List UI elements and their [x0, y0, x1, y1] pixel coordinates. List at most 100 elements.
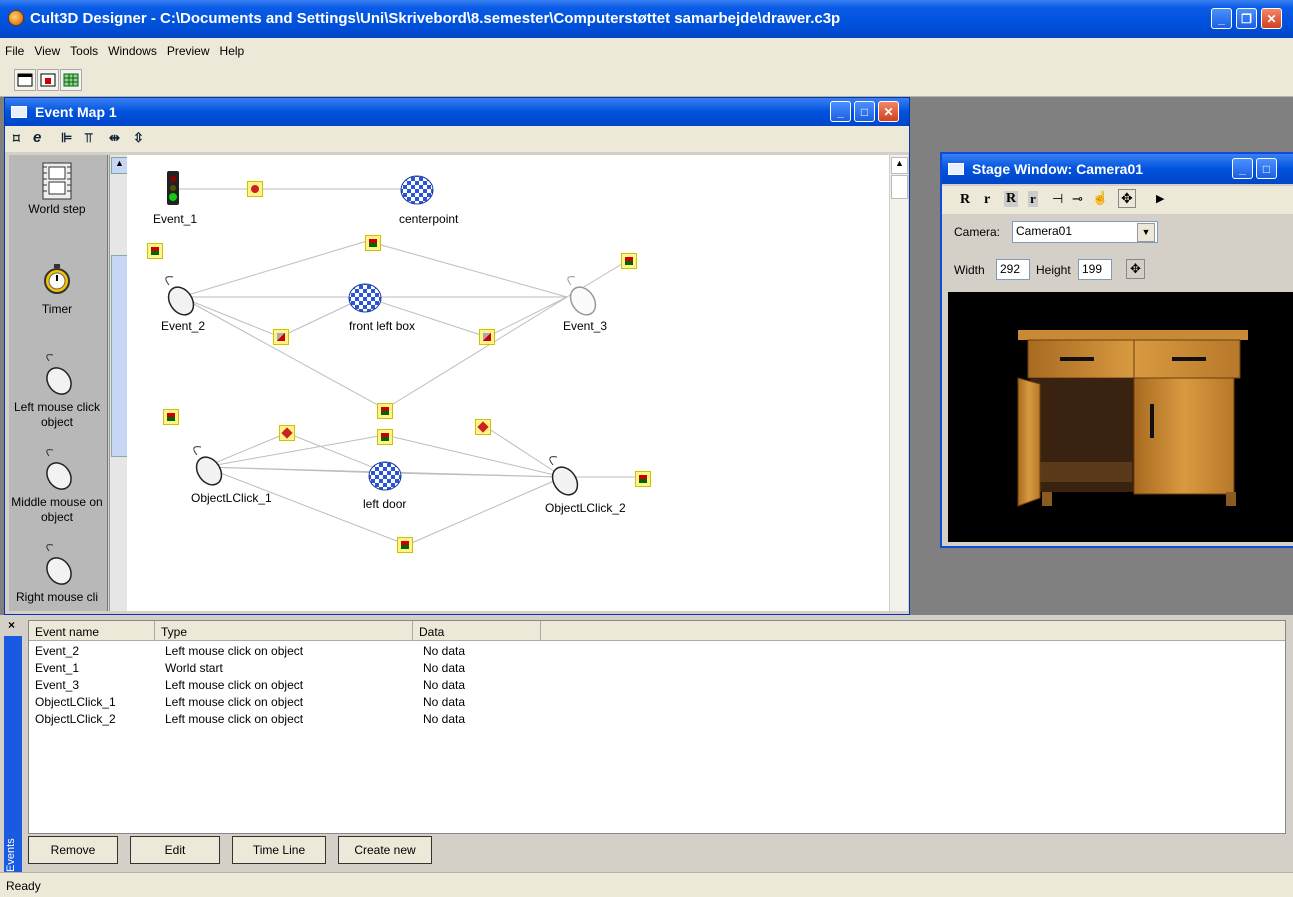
camera-select[interactable]: Camera01 ▼ — [1012, 221, 1158, 243]
menu-file[interactable]: File — [0, 38, 29, 58]
column-header-data[interactable]: Data — [413, 621, 541, 641]
menu-tools[interactable]: Tools — [65, 38, 103, 58]
resize-icon[interactable]: ✥ — [1126, 259, 1145, 279]
space-vertical-icon[interactable]: ⇳ — [133, 130, 144, 146]
palette-item-timer[interactable]: Timer — [9, 259, 105, 316]
column-header-name[interactable]: Event name — [29, 621, 155, 641]
scroll-up-icon[interactable]: ▲ — [111, 157, 128, 174]
mouse-icon[interactable] — [541, 455, 585, 499]
event-map-titlebar[interactable]: Event Map 1 _ □ ✕ — [5, 98, 909, 126]
film-strip-icon — [42, 162, 72, 200]
camera-value: Camera01 — [1016, 224, 1073, 238]
expression-button[interactable]: e — [33, 129, 41, 146]
em-minimize-button[interactable]: _ — [830, 101, 851, 122]
mouse-icon[interactable] — [185, 445, 229, 489]
canvas-scroll-thumb[interactable] — [891, 175, 908, 199]
edit-button[interactable]: Edit — [130, 836, 220, 864]
create-new-button[interactable]: Create new — [338, 836, 432, 864]
trigger-action-icon[interactable] — [377, 429, 393, 445]
remove-button[interactable]: Remove — [28, 836, 118, 864]
object-sphere-icon[interactable] — [367, 459, 403, 493]
palette-scroll-thumb[interactable] — [111, 255, 128, 457]
rotate-action-icon[interactable] — [279, 425, 295, 441]
event-map-toolbar: ⌑ e ⊫ ⫪ ⇹ ⇳ — [5, 126, 909, 152]
rotate-action-icon[interactable] — [475, 419, 491, 435]
node-label-left-door: left door — [363, 497, 407, 511]
height-label: Height — [1036, 263, 1071, 277]
align-top-icon[interactable]: ⫪ — [85, 130, 92, 146]
mouse-icon[interactable] — [157, 275, 201, 319]
palette-item-right-mouse[interactable]: Right mouse cli — [9, 543, 105, 604]
mouse-icon[interactable] — [559, 275, 603, 319]
chevron-down-icon[interactable]: ▼ — [1137, 223, 1155, 242]
menu-preview[interactable]: Preview — [162, 38, 215, 58]
window-icon — [11, 106, 27, 118]
palette-item-world-step[interactable]: World step — [9, 161, 105, 216]
em-close-button[interactable]: ✕ — [878, 101, 899, 122]
table-row[interactable]: Event_2 Left mouse click on object No da… — [29, 643, 1285, 660]
trigger-action-icon[interactable] — [147, 243, 163, 259]
status-text: Ready — [6, 879, 41, 893]
stage-minimize-button[interactable]: _ — [1232, 158, 1253, 179]
window-view-button[interactable] — [14, 69, 36, 91]
pin-small-icon[interactable]: ⊸ — [1072, 191, 1083, 207]
traffic-light-icon[interactable] — [163, 169, 183, 209]
play-icon[interactable]: ▶ — [1156, 192, 1164, 205]
mouse-icon — [46, 354, 72, 395]
rotate-button[interactable]: R — [960, 192, 970, 208]
event-map-window: Event Map 1 _ □ ✕ ⌑ e ⊫ ⫪ ⇹ ⇳ World step… — [4, 97, 910, 615]
menu-view[interactable]: View — [29, 38, 65, 58]
menu-help[interactable]: Help — [215, 38, 250, 58]
trigger-action-icon[interactable] — [397, 537, 413, 553]
trigger-action-icon[interactable] — [635, 471, 651, 487]
connection-lines — [167, 188, 637, 546]
rotate-small-mode-button[interactable]: r — [1028, 191, 1038, 207]
trigger-action-icon[interactable] — [365, 235, 381, 251]
rotate-mode-button[interactable]: R — [1004, 191, 1019, 207]
object-sphere-icon[interactable] — [399, 173, 435, 207]
time-line-button[interactable]: Time Line — [232, 836, 326, 864]
scroll-up-icon[interactable]: ▲ — [891, 157, 908, 174]
palette-scrollbar[interactable]: ▲ — [109, 155, 128, 611]
animation-action-icon[interactable] — [273, 329, 289, 345]
rotate-small-button[interactable]: r — [984, 192, 990, 208]
3d-viewport[interactable] — [948, 292, 1293, 542]
table-row[interactable]: ObjectLClick_2 Left mouse click on objec… — [29, 711, 1285, 728]
minimize-button[interactable]: _ — [1211, 8, 1232, 29]
trigger-action-icon[interactable] — [621, 253, 637, 269]
menu-windows[interactable]: Windows — [103, 38, 162, 58]
trigger-action-icon[interactable] — [377, 403, 393, 419]
object-sphere-icon[interactable] — [347, 281, 383, 315]
palette-item-middle-mouse[interactable]: Middle mouse on object — [9, 448, 105, 525]
cell-name: Event_2 — [35, 644, 80, 658]
action-icon[interactable] — [247, 181, 263, 197]
column-header-type[interactable]: Type — [155, 621, 413, 641]
em-maximize-button[interactable]: □ — [854, 101, 875, 122]
stage-titlebar[interactable]: Stage Window: Camera01 _ □ — [942, 154, 1293, 184]
hand-icon[interactable]: ☝ — [1092, 190, 1108, 206]
animation-action-icon[interactable] — [479, 329, 495, 345]
close-icon[interactable]: × — [8, 618, 15, 632]
space-horizontal-icon[interactable]: ⇹ — [109, 130, 120, 146]
grid-view-button[interactable] — [60, 69, 82, 91]
close-button[interactable]: ✕ — [1261, 8, 1282, 29]
palette-item-left-mouse[interactable]: Left mouse click object — [9, 353, 105, 430]
restore-button[interactable]: ❐ — [1236, 8, 1257, 29]
navigate-icon[interactable]: ✥ — [1118, 189, 1136, 208]
events-tab[interactable]: Events — [4, 636, 22, 872]
pin-icon[interactable]: ⊣ — [1052, 191, 1063, 207]
align-left-icon[interactable]: ⊫ — [61, 130, 72, 146]
table-row[interactable]: Event_3 Left mouse click on object No da… — [29, 677, 1285, 694]
width-input[interactable]: 292 — [996, 259, 1030, 280]
node-label-event-3: Event_3 — [563, 319, 608, 333]
table-row[interactable]: Event_1 World start No data — [29, 660, 1285, 677]
event-map-button[interactable] — [37, 69, 59, 91]
canvas-scrollbar[interactable]: ▲ — [889, 155, 908, 611]
stage-maximize-button[interactable]: □ — [1256, 158, 1277, 179]
event-map-canvas[interactable]: Event_1 centerpoint Event_2 front left b… — [127, 155, 889, 611]
height-input[interactable]: 199 — [1078, 259, 1112, 280]
events-list[interactable]: Event name Type Data Event_2 Left mouse … — [28, 620, 1286, 834]
table-row[interactable]: ObjectLClick_1 Left mouse click on objec… — [29, 694, 1285, 711]
select-tool-icon[interactable]: ⌑ — [13, 131, 20, 147]
trigger-action-icon[interactable] — [163, 409, 179, 425]
